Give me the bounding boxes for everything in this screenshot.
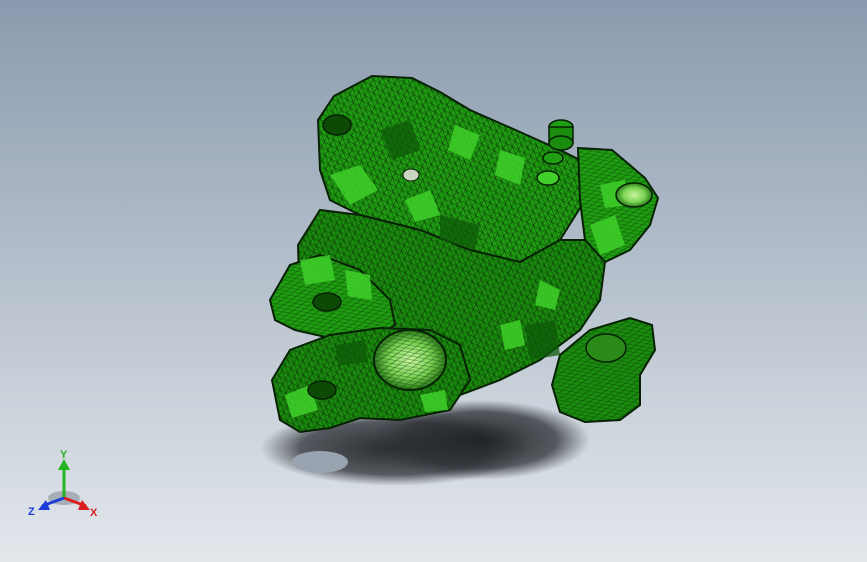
y-axis-label: Y — [60, 449, 68, 461]
x-axis-label: X — [90, 507, 98, 519]
z-axis-label: Z — [28, 506, 35, 518]
model-scene[interactable] — [0, 0, 867, 562]
bracket-part[interactable] — [268, 74, 660, 434]
graphics-viewport[interactable]: Y X Z — [0, 0, 867, 562]
view-orientation-triad[interactable]: Y X Z — [22, 448, 106, 524]
